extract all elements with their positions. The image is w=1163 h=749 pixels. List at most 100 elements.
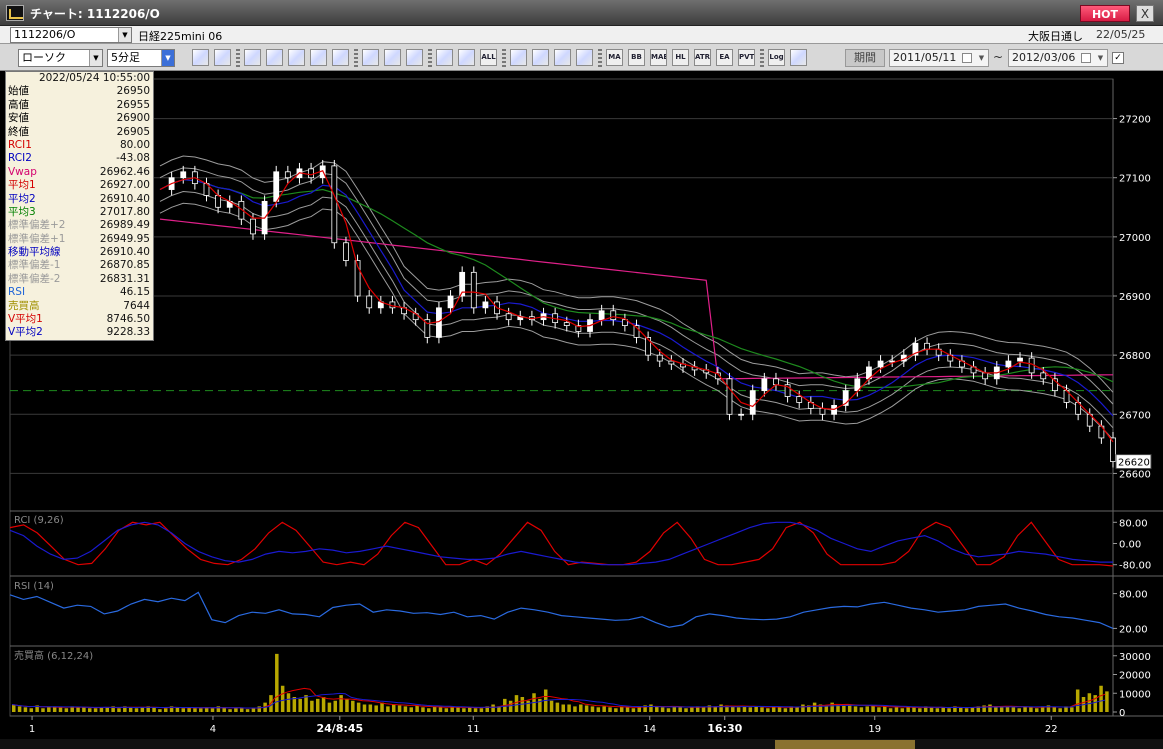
volume-bar xyxy=(427,708,431,712)
chart-settings-icon[interactable] xyxy=(288,49,305,66)
mae-icon[interactable]: MAE xyxy=(650,49,667,66)
calendar-icon[interactable] xyxy=(1081,53,1091,63)
candle-body xyxy=(563,322,570,326)
bar-chart2-icon[interactable] xyxy=(458,49,475,66)
volume-bar xyxy=(596,707,601,712)
volume-bar xyxy=(351,700,355,712)
volume-bar xyxy=(374,705,378,712)
data-window-datetime: 2022/05/24 10:55:00 xyxy=(38,72,150,84)
redo-icon[interactable] xyxy=(406,49,423,66)
volume-bar xyxy=(777,707,782,712)
hot-button[interactable]: HOT xyxy=(1080,5,1130,22)
chart-canvas[interactable]: 27200 27100 27000 26900 26800 26700 2660026620… xyxy=(0,71,1163,749)
ma-icon[interactable]: MA xyxy=(606,49,623,66)
volume-bar xyxy=(701,707,706,712)
log-icon[interactable]: Log xyxy=(768,49,785,66)
data-window-row: 標準偏差-1 26870.85 xyxy=(6,259,153,272)
data-window-row: 終値 26905 xyxy=(6,126,153,139)
candle-body xyxy=(598,310,605,321)
data-window-value: 26905 xyxy=(116,125,150,138)
data-window-value: 26910.40 xyxy=(99,246,150,259)
volume-bar xyxy=(690,707,694,712)
volume-bar xyxy=(573,706,577,712)
volume-bar xyxy=(766,708,770,712)
atr-icon[interactable]: ATR xyxy=(694,49,711,66)
x-tick-label: 24/8:45 xyxy=(316,722,363,735)
wave-icon[interactable] xyxy=(576,49,593,66)
calendar-icon[interactable] xyxy=(962,53,972,63)
date-from-value: 2011/05/11 xyxy=(893,51,957,64)
chevron-down-icon[interactable]: ▼ xyxy=(89,50,102,66)
date-from-picker[interactable]: 2011/05/11 ▼ xyxy=(889,49,989,67)
data-window-row: RCI2 -43.08 xyxy=(6,152,153,165)
volume-tick-label: 20000 xyxy=(1119,671,1151,682)
pvt-icon[interactable]: PVT xyxy=(738,49,755,66)
zoom-icon[interactable] xyxy=(192,49,209,66)
alert-icon[interactable] xyxy=(332,49,349,66)
bar-chart-icon[interactable] xyxy=(436,49,453,66)
volume-bar xyxy=(561,704,565,712)
volume-bar xyxy=(853,706,858,712)
candle-icon[interactable] xyxy=(244,49,261,66)
volume-bar xyxy=(824,706,829,712)
print-icon[interactable] xyxy=(790,49,807,66)
rsi-title: RSI (14) xyxy=(14,581,54,592)
volume-bar xyxy=(438,707,443,712)
data-window-row: 高値 26955 xyxy=(6,99,153,112)
chevron-down-icon[interactable]: ▼ xyxy=(1094,50,1107,66)
candle-body xyxy=(738,413,744,416)
volume-bar xyxy=(199,708,203,712)
bb-icon[interactable]: BB xyxy=(628,49,645,66)
price-tick-label: 27200 xyxy=(1119,115,1151,126)
candle-body xyxy=(273,171,280,202)
date-to-picker[interactable]: 2012/03/06 ▼ xyxy=(1008,49,1108,67)
chevron-down-icon[interactable]: ▼ xyxy=(118,28,131,42)
volume-bar xyxy=(1029,707,1033,712)
pen-icon[interactable] xyxy=(362,49,379,66)
tools-icon[interactable] xyxy=(510,49,527,66)
data-window-value: -43.08 xyxy=(116,152,150,165)
data-window-row: 平均1 26927.00 xyxy=(6,179,153,192)
volume-bar xyxy=(514,695,519,712)
scroll-thumb xyxy=(775,740,915,749)
data-window-value: 26955 xyxy=(116,98,150,111)
price-tick-label: 27000 xyxy=(1119,233,1151,244)
close-button[interactable]: X xyxy=(1136,5,1154,22)
toolbar-button-label: EA xyxy=(719,53,730,61)
symbol-code-value: 1112206/O xyxy=(14,28,76,41)
data-window-label: 標準偏差+1 xyxy=(8,232,66,245)
hl-icon[interactable]: HL xyxy=(672,49,689,66)
ea-icon[interactable]: EA xyxy=(716,49,733,66)
volume-bar xyxy=(409,707,414,712)
scroll-strip xyxy=(0,739,1163,749)
data-window-label: V平均1 xyxy=(8,313,43,326)
volume-bar xyxy=(93,708,98,712)
toolbar-separator xyxy=(428,49,432,67)
data-window-label: Vwap xyxy=(8,165,37,178)
toolbar-separator xyxy=(598,49,602,67)
volume-bar xyxy=(865,706,869,712)
volume-bar xyxy=(1052,707,1057,712)
all-icon[interactable]: ALL xyxy=(480,49,497,66)
volume-bar xyxy=(918,708,922,712)
magnifier-icon[interactable] xyxy=(266,49,283,66)
chart-type-select[interactable]: ローソク ▼ xyxy=(18,49,103,67)
volume-tick-label: 10000 xyxy=(1119,689,1151,700)
split-icon[interactable] xyxy=(310,49,327,66)
chevron-down-icon[interactable]: ▼ xyxy=(161,50,174,66)
checkbox[interactable]: ✓ xyxy=(1112,52,1124,64)
volume-bar xyxy=(614,708,618,712)
chevron-down-icon[interactable]: ▼ xyxy=(975,50,988,66)
symbol-code-input[interactable]: 1112206/O ▼ xyxy=(10,27,132,43)
period-select[interactable]: 5分足 ▼ xyxy=(107,49,175,67)
volume-bar xyxy=(567,704,571,712)
layout-icon[interactable] xyxy=(214,49,231,66)
data-window-value: 26910.40 xyxy=(99,192,150,205)
cursor-icon[interactable] xyxy=(384,49,401,66)
period-button[interactable]: 期間 xyxy=(845,49,885,67)
brush-icon[interactable] xyxy=(532,49,549,66)
volume-bar xyxy=(134,708,139,712)
candle-body xyxy=(482,301,489,309)
palette-icon[interactable] xyxy=(554,49,571,66)
data-window-label: 終値 xyxy=(8,125,29,138)
